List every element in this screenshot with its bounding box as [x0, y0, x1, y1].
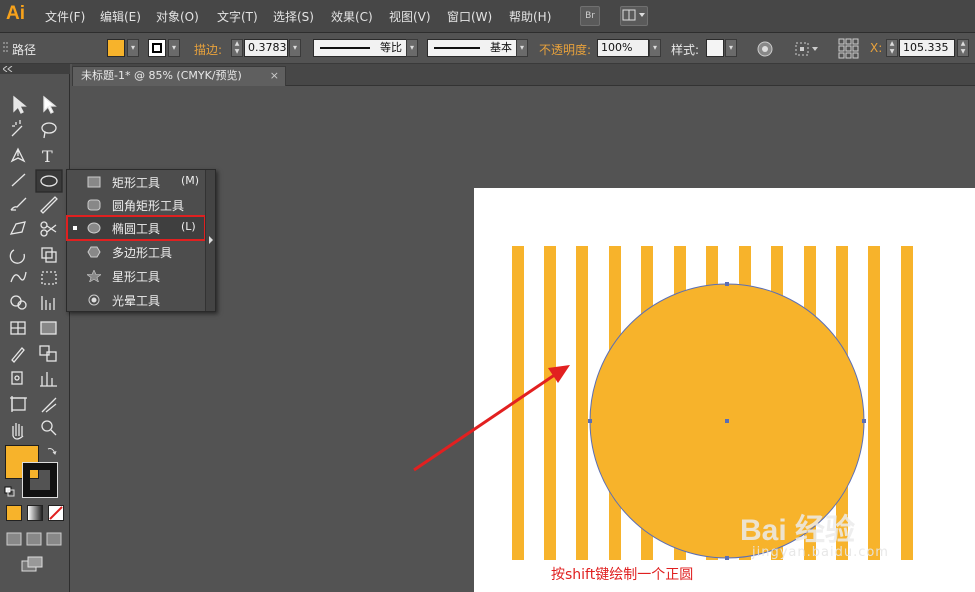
flyout-item-rounded-rectangle[interactable]: 圆角矩形工具	[67, 193, 205, 217]
flyout-item-label: 圆角矩形工具	[112, 199, 185, 213]
flare-icon	[88, 294, 100, 306]
anchor-point	[725, 556, 729, 560]
center-point	[725, 419, 729, 423]
polygon-icon	[87, 246, 101, 258]
flyout-item-shortcut: (L)	[181, 220, 196, 233]
stripe	[544, 246, 556, 560]
flyout-item-label: 椭圆工具	[112, 222, 161, 236]
flyout-item-star[interactable]: 星形工具	[67, 264, 205, 288]
flyout-item-flare[interactable]: 光晕工具	[67, 288, 205, 312]
flyout-item-label: 矩形工具	[112, 176, 161, 190]
stripe	[868, 246, 880, 560]
annotation-caption: 按shift键绘制一个正圆	[551, 567, 694, 583]
watermark-url: jingyan.baidu.com	[752, 545, 889, 560]
flyout-item-polygon[interactable]: 多边形工具	[67, 240, 205, 264]
flyout-item-rectangle[interactable]: 矩形工具 (M)	[67, 170, 205, 194]
arrow-shaft	[413, 372, 557, 472]
flyout-item-label: 星形工具	[112, 270, 161, 284]
shape-tools-flyout: 矩形工具 (M) 圆角矩形工具 椭圆工具 (L) 多边形工具 星形工具 光晕工具	[66, 169, 216, 312]
anchor-point	[862, 419, 866, 423]
stripe	[901, 246, 913, 560]
stripe	[576, 246, 588, 560]
tearoff-arrow-icon	[209, 236, 213, 244]
flyout-item-shortcut: (M)	[181, 174, 200, 187]
anchor-point	[588, 419, 592, 423]
current-tool-marker	[73, 226, 77, 230]
flyout-item-ellipse[interactable]: 椭圆工具 (L)	[66, 215, 206, 241]
ellipse-icon	[87, 222, 101, 234]
watermark-logo: Bai 经验	[740, 514, 856, 547]
flyout-item-label: 多边形工具	[112, 246, 173, 260]
flyout-item-label: 光晕工具	[112, 294, 161, 308]
rounded-rectangle-icon	[87, 199, 101, 211]
rectangle-icon	[87, 176, 101, 188]
star-icon	[87, 270, 101, 282]
illustrator-window: Ai 文件(F) 编辑(E) 对象(O) 文字(T) 选择(S) 效果(C) 视…	[0, 0, 975, 592]
flyout-tearoff-strip[interactable]	[205, 170, 215, 311]
anchor-point	[725, 282, 729, 286]
